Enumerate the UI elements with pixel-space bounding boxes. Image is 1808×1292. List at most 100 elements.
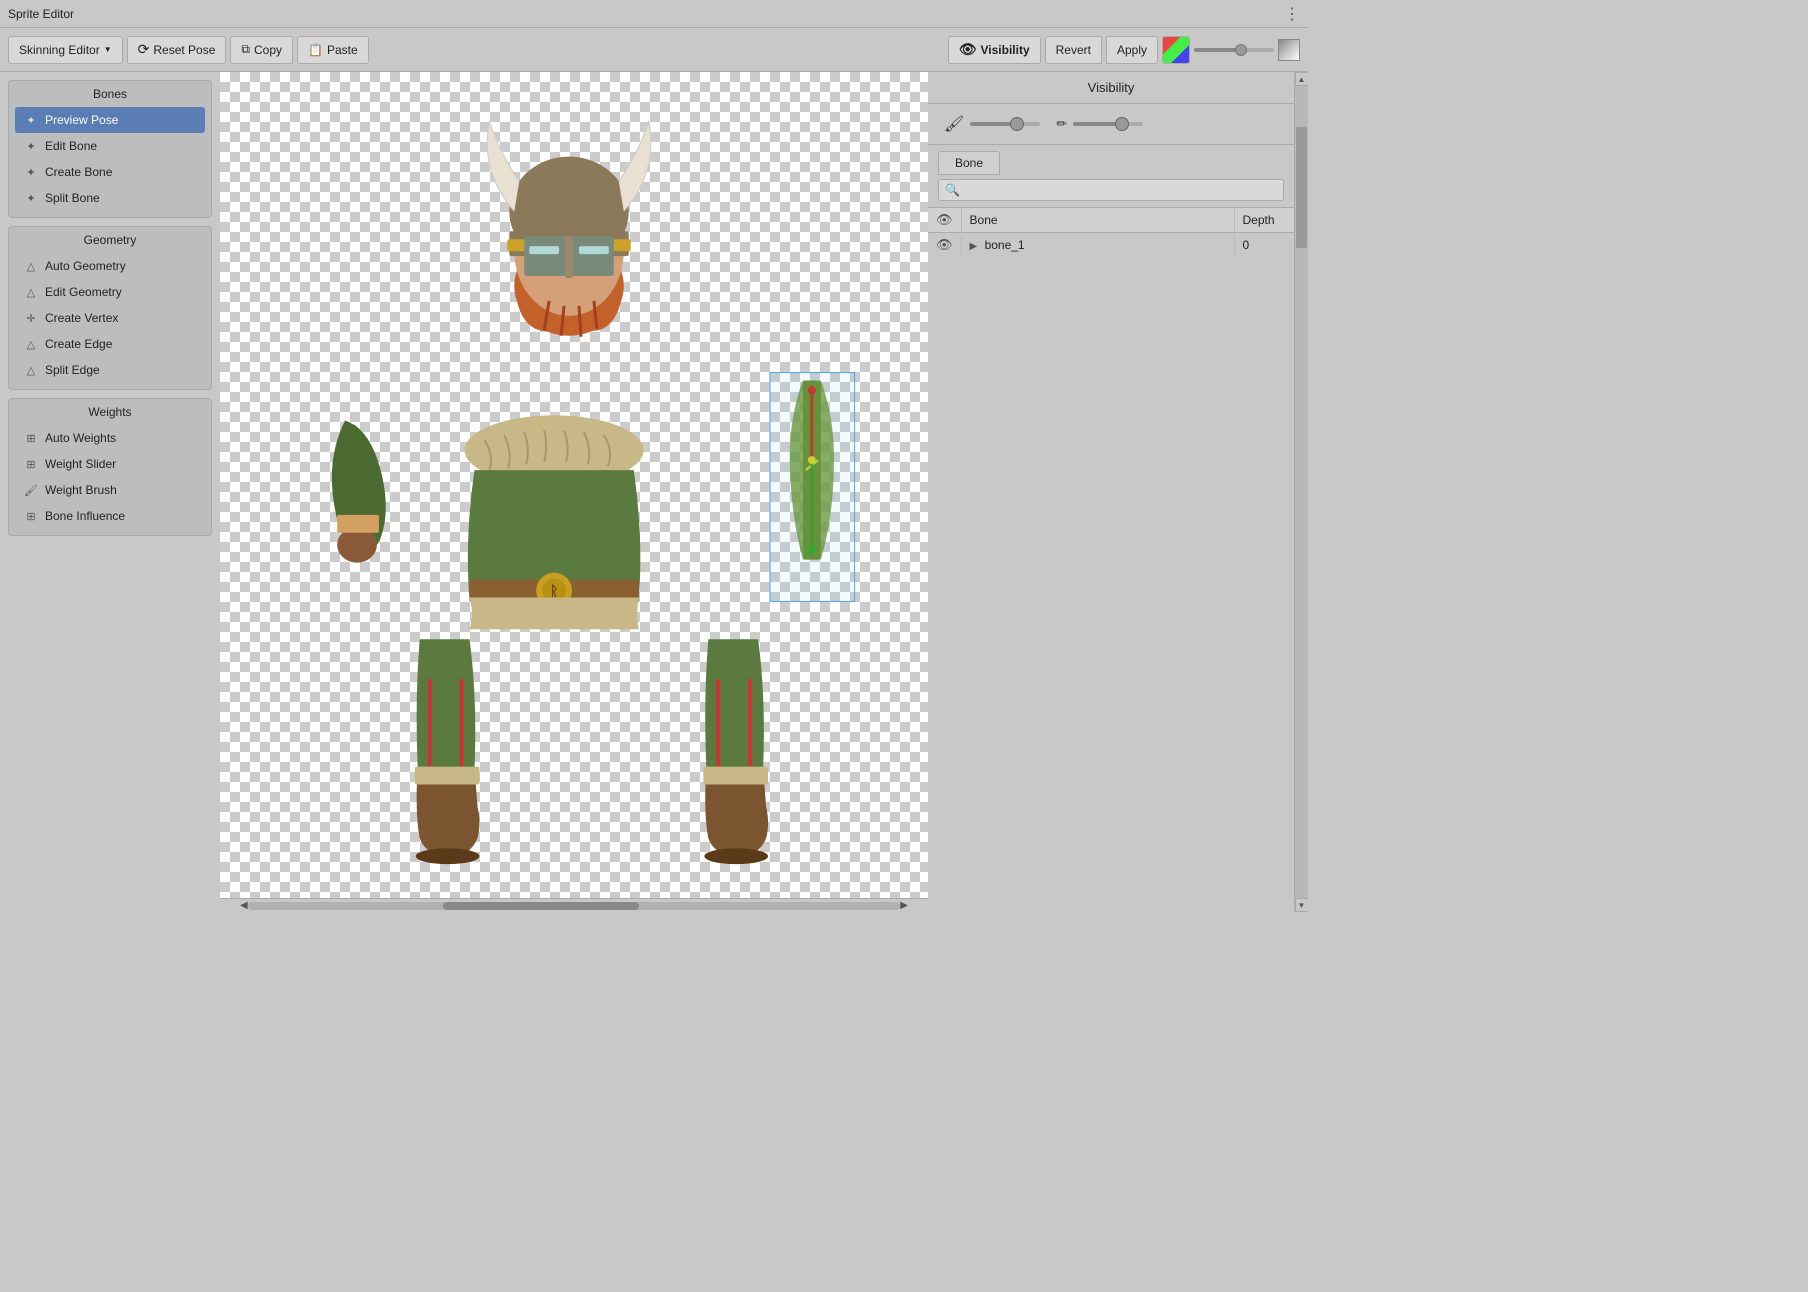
bone-influence-button[interactable]: ⊞ Bone Influence xyxy=(15,503,205,529)
auto-weights-icon: ⊞ xyxy=(23,430,39,446)
weight-slider-icon: ⊞ xyxy=(23,456,39,472)
main-content: Bones ✦ Preview Pose ✦ Edit Bone ✦ Creat… xyxy=(0,72,1308,912)
color-button[interactable] xyxy=(1162,36,1190,64)
bone-tab[interactable]: Bone xyxy=(938,151,1000,175)
create-edge-icon: △ xyxy=(23,336,39,352)
apply-button[interactable]: Apply xyxy=(1106,36,1158,64)
bones-section: Bones ✦ Preview Pose ✦ Edit Bone ✦ Creat… xyxy=(8,80,212,218)
bone-table-container: 👁 Bone Depth 👁 ▶ xyxy=(928,208,1294,912)
bone-eye-icon[interactable]: 👁 xyxy=(936,237,953,252)
bone-table: 👁 Bone Depth 👁 ▶ xyxy=(928,208,1294,257)
visibility-sliders-row: 🖌 ✏ xyxy=(928,104,1294,145)
menu-dots[interactable]: ⋮ xyxy=(1284,4,1300,24)
app-title: Sprite Editor xyxy=(8,7,74,21)
preview-pose-button[interactable]: ✦ Preview Pose xyxy=(15,107,205,133)
sprite-canvas: ᚱ xyxy=(220,72,928,898)
brush-icon: 🖌 xyxy=(944,114,964,134)
right-scroll-track[interactable] xyxy=(1295,86,1308,898)
scroll-left-arrow[interactable]: ◀ xyxy=(240,900,248,911)
visibility-button[interactable]: 👁 Visibility xyxy=(948,36,1041,64)
right-scrollbar: ▲ ▼ xyxy=(1294,72,1308,912)
right-scroll-thumb xyxy=(1296,127,1307,249)
edit-bone-button[interactable]: ✦ Edit Bone xyxy=(15,133,205,159)
skinning-editor-label: Skinning Editor xyxy=(19,43,100,57)
paste-button[interactable]: 📋 Paste xyxy=(297,36,369,64)
geometry-vis-icon: ✏ xyxy=(1056,116,1067,132)
bone-tab-section: Bone xyxy=(928,145,1294,208)
bone-visibility-cell: 👁 xyxy=(928,233,961,258)
scroll-down-arrow[interactable]: ▼ xyxy=(1295,898,1309,912)
svg-text:ᚱ: ᚱ xyxy=(550,582,558,598)
visibility-col-header: 👁 xyxy=(928,208,961,233)
split-edge-icon: △ xyxy=(23,362,39,378)
edit-bone-icon: ✦ xyxy=(23,138,39,154)
split-edge-button[interactable]: △ Split Edge xyxy=(15,357,205,383)
skinning-editor-dropdown[interactable]: Skinning Editor xyxy=(8,36,123,64)
geometry-section: Geometry △ Auto Geometry △ Edit Geometry… xyxy=(8,226,212,390)
create-bone-icon: ✦ xyxy=(23,164,39,180)
viking-leg-right-group xyxy=(703,639,768,864)
geometry-title: Geometry xyxy=(15,233,205,247)
brush-slider-group: 🖌 xyxy=(944,114,1040,134)
copy-button[interactable]: ⧉ Copy xyxy=(230,36,293,64)
weight-slider-button[interactable]: ⊞ Weight Slider xyxy=(15,451,205,477)
create-vertex-icon: ✛ xyxy=(23,310,39,326)
preview-pose-icon: ✦ xyxy=(23,112,39,128)
title-bar: Sprite Editor ⋮ xyxy=(0,0,1308,28)
weights-section: Weights ⊞ Auto Weights ⊞ Weight Slider 🖌… xyxy=(8,398,212,536)
create-vertex-button[interactable]: ✛ Create Vertex xyxy=(15,305,205,331)
depth-col-header: Depth xyxy=(1234,208,1294,233)
geometry-slider-group: ✏ xyxy=(1056,116,1143,132)
split-bone-button[interactable]: ✦ Split Bone xyxy=(15,185,205,211)
copy-icon: ⧉ xyxy=(241,42,250,57)
revert-button[interactable]: Revert xyxy=(1045,36,1102,64)
canvas-scrollbar: ◀ ▶ xyxy=(220,898,928,912)
bones-title: Bones xyxy=(15,87,205,101)
toolbar-slider[interactable] xyxy=(1194,48,1274,52)
geometry-opacity-slider[interactable] xyxy=(1073,122,1143,126)
toolbar-slider-container xyxy=(1194,39,1300,61)
edit-geometry-icon: △ xyxy=(23,284,39,300)
create-edge-button[interactable]: △ Create Edge xyxy=(15,331,205,357)
visibility-panel: Visibility 🖌 ✏ Bone xyxy=(928,72,1294,912)
paste-icon: 📋 xyxy=(308,43,323,57)
canvas-viewport[interactable]: ᚱ xyxy=(220,72,928,898)
auto-geometry-button[interactable]: △ Auto Geometry xyxy=(15,253,205,279)
viking-weapon-group xyxy=(770,373,855,602)
table-row: 👁 ▶ bone_1 0 xyxy=(928,233,1294,258)
create-bone-button[interactable]: ✦ Create Bone xyxy=(15,159,205,185)
weights-title: Weights xyxy=(15,405,205,419)
gradient-square xyxy=(1278,39,1300,61)
bone-col-header: Bone xyxy=(961,208,1234,233)
edit-geometry-button[interactable]: △ Edit Geometry xyxy=(15,279,205,305)
scroll-track[interactable] xyxy=(248,902,901,910)
bone-influence-icon: ⊞ xyxy=(23,508,39,524)
reset-icon: ⟳ xyxy=(138,41,150,58)
bone-search-input[interactable] xyxy=(938,179,1284,201)
viking-body-group: ᚱ xyxy=(465,415,644,629)
brush-opacity-slider[interactable] xyxy=(970,122,1040,126)
scroll-up-arrow[interactable]: ▲ xyxy=(1295,72,1309,86)
visibility-panel-header: Visibility xyxy=(928,72,1294,104)
viking-arm-group xyxy=(332,420,386,562)
visibility-eye-icon: 👁 xyxy=(959,41,977,58)
viking-leg-left-group xyxy=(415,639,480,864)
bone-depth-cell: 0 xyxy=(1234,233,1294,258)
canvas-area: ᚱ xyxy=(220,72,928,912)
left-panel: Bones ✦ Preview Pose ✦ Edit Bone ✦ Creat… xyxy=(0,72,220,912)
expand-bone-icon[interactable]: ▶ xyxy=(970,241,978,252)
viking-head-group xyxy=(487,122,651,337)
split-bone-icon: ✦ xyxy=(23,190,39,206)
auto-weights-button[interactable]: ⊞ Auto Weights xyxy=(15,425,205,451)
reset-pose-button[interactable]: ⟳ Reset Pose xyxy=(127,36,227,64)
toolbar: Skinning Editor ⟳ Reset Pose ⧉ Copy 📋 Pa… xyxy=(0,28,1308,72)
right-panel: Visibility 🖌 ✏ Bone xyxy=(928,72,1308,912)
bone-name-cell: ▶ bone_1 xyxy=(961,233,1234,258)
auto-geometry-icon: △ xyxy=(23,258,39,274)
weight-brush-button[interactable]: 🖌 Weight Brush xyxy=(15,477,205,503)
bone-table-header-row: 👁 Bone Depth xyxy=(928,208,1294,233)
scroll-right-arrow[interactable]: ▶ xyxy=(900,900,908,911)
bone-name: bone_1 xyxy=(985,238,1025,252)
scroll-thumb xyxy=(443,902,639,910)
weight-brush-icon: 🖌 xyxy=(23,482,39,498)
